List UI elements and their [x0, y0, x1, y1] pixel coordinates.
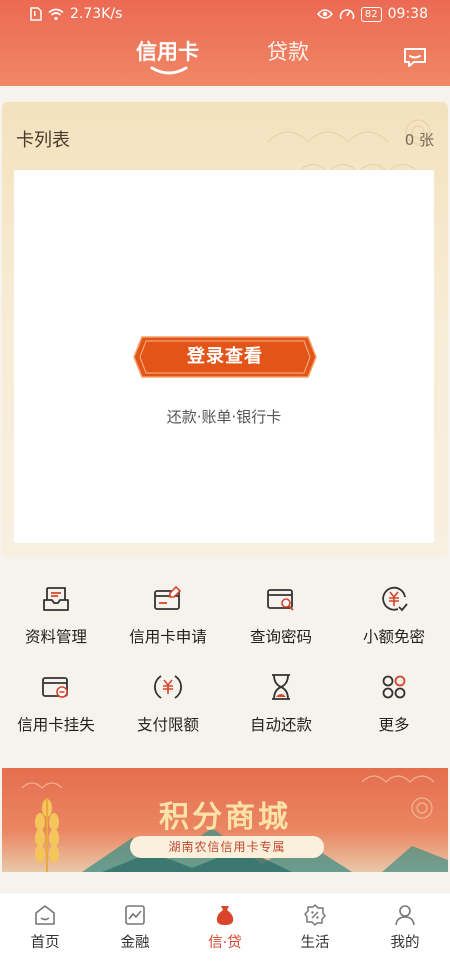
eye-icon	[316, 9, 333, 19]
card-list-title: 卡列表	[16, 130, 70, 151]
function-label: 更多	[378, 716, 410, 734]
inbox-icon	[43, 587, 69, 611]
battery-indicator: 82	[360, 6, 382, 22]
banner-subtitle-pill: 湖南农信信用卡专属	[130, 836, 324, 858]
nav-credit-loan[interactable]: 信·贷	[180, 893, 270, 975]
nav-finance[interactable]: 金融	[90, 893, 180, 975]
yen-limit-icon	[154, 675, 182, 699]
nav-label: 首页	[30, 935, 60, 951]
money-bag-icon	[216, 906, 234, 925]
banner-subtitle: 湖南农信信用卡专属	[168, 840, 286, 854]
status-bar: 2.73K/s 82 09:38	[0, 0, 450, 32]
active-tab-indicator	[150, 66, 188, 75]
home-icon	[35, 905, 55, 925]
login-view-button[interactable]: 登录查看	[132, 335, 318, 379]
function-grid: 资料管理 信用卡申请 查询密码 小额免密 信用卡挂失 支付限额 自动还款 更多	[0, 575, 450, 755]
tab-credit-card[interactable]: 信用卡	[136, 36, 199, 66]
nav-life[interactable]: 生活	[270, 893, 360, 975]
card-search-icon	[267, 589, 294, 611]
tab-loan[interactable]: 贷款	[267, 36, 309, 66]
nav-label: 信·贷	[208, 935, 242, 951]
login-button-label: 登录查看	[187, 346, 263, 367]
hourglass-icon	[272, 674, 290, 700]
speedometer-icon	[339, 9, 355, 20]
function-label: 小额免密	[362, 628, 425, 646]
bottom-navigation: 首页 金融 信·贷 生活 我的	[0, 892, 450, 975]
user-icon	[395, 905, 415, 926]
card-edit-icon	[154, 585, 182, 610]
nav-label: 我的	[390, 935, 420, 951]
function-payment-limit[interactable]: 支付限额	[112, 663, 224, 743]
status-time: 09:38	[387, 6, 428, 22]
card-list-panel: 卡列表 0 张 登录查看 还款·账单·银行卡	[2, 102, 448, 557]
banner-title: 积分商城	[159, 800, 291, 835]
function-more[interactable]: 更多	[338, 663, 450, 743]
function-small-amount-free[interactable]: 小额免密	[338, 575, 450, 655]
app-header: 2.73K/s 82 09:38 信用卡 贷款	[0, 0, 450, 86]
function-report-lost[interactable]: 信用卡挂失	[0, 663, 112, 743]
status-left: 2.73K/s	[30, 6, 122, 22]
top-tabs: 信用卡 贷款	[0, 36, 450, 76]
card-count: 0 张	[404, 131, 434, 149]
nav-label: 生活	[300, 935, 330, 951]
card-minus-icon	[42, 677, 68, 698]
function-query-password[interactable]: 查询密码	[225, 575, 337, 655]
wifi-icon	[48, 8, 64, 20]
percent-tag-icon	[304, 904, 326, 926]
card-list-content: 登录查看 还款·账单·银行卡	[14, 170, 434, 543]
network-speed: 2.73K/s	[70, 6, 123, 22]
more-grid-icon	[382, 675, 406, 699]
nav-home[interactable]: 首页	[0, 893, 90, 975]
function-profile-management[interactable]: 资料管理	[0, 575, 112, 655]
status-right: 82 09:38	[316, 6, 428, 22]
function-auto-repay[interactable]: 自动还款	[225, 663, 337, 743]
function-credit-card-apply[interactable]: 信用卡申请	[112, 575, 224, 655]
yen-check-icon	[382, 586, 408, 612]
points-mall-banner[interactable]: 积分商城 湖南农信信用卡专属	[2, 768, 448, 872]
chart-icon	[125, 905, 145, 925]
nav-mine[interactable]: 我的	[360, 893, 450, 975]
message-icon[interactable]	[402, 46, 428, 70]
login-subtitle: 还款·账单·银行卡	[166, 408, 282, 426]
sim-icon	[30, 7, 42, 21]
nav-label: 金融	[120, 935, 150, 951]
